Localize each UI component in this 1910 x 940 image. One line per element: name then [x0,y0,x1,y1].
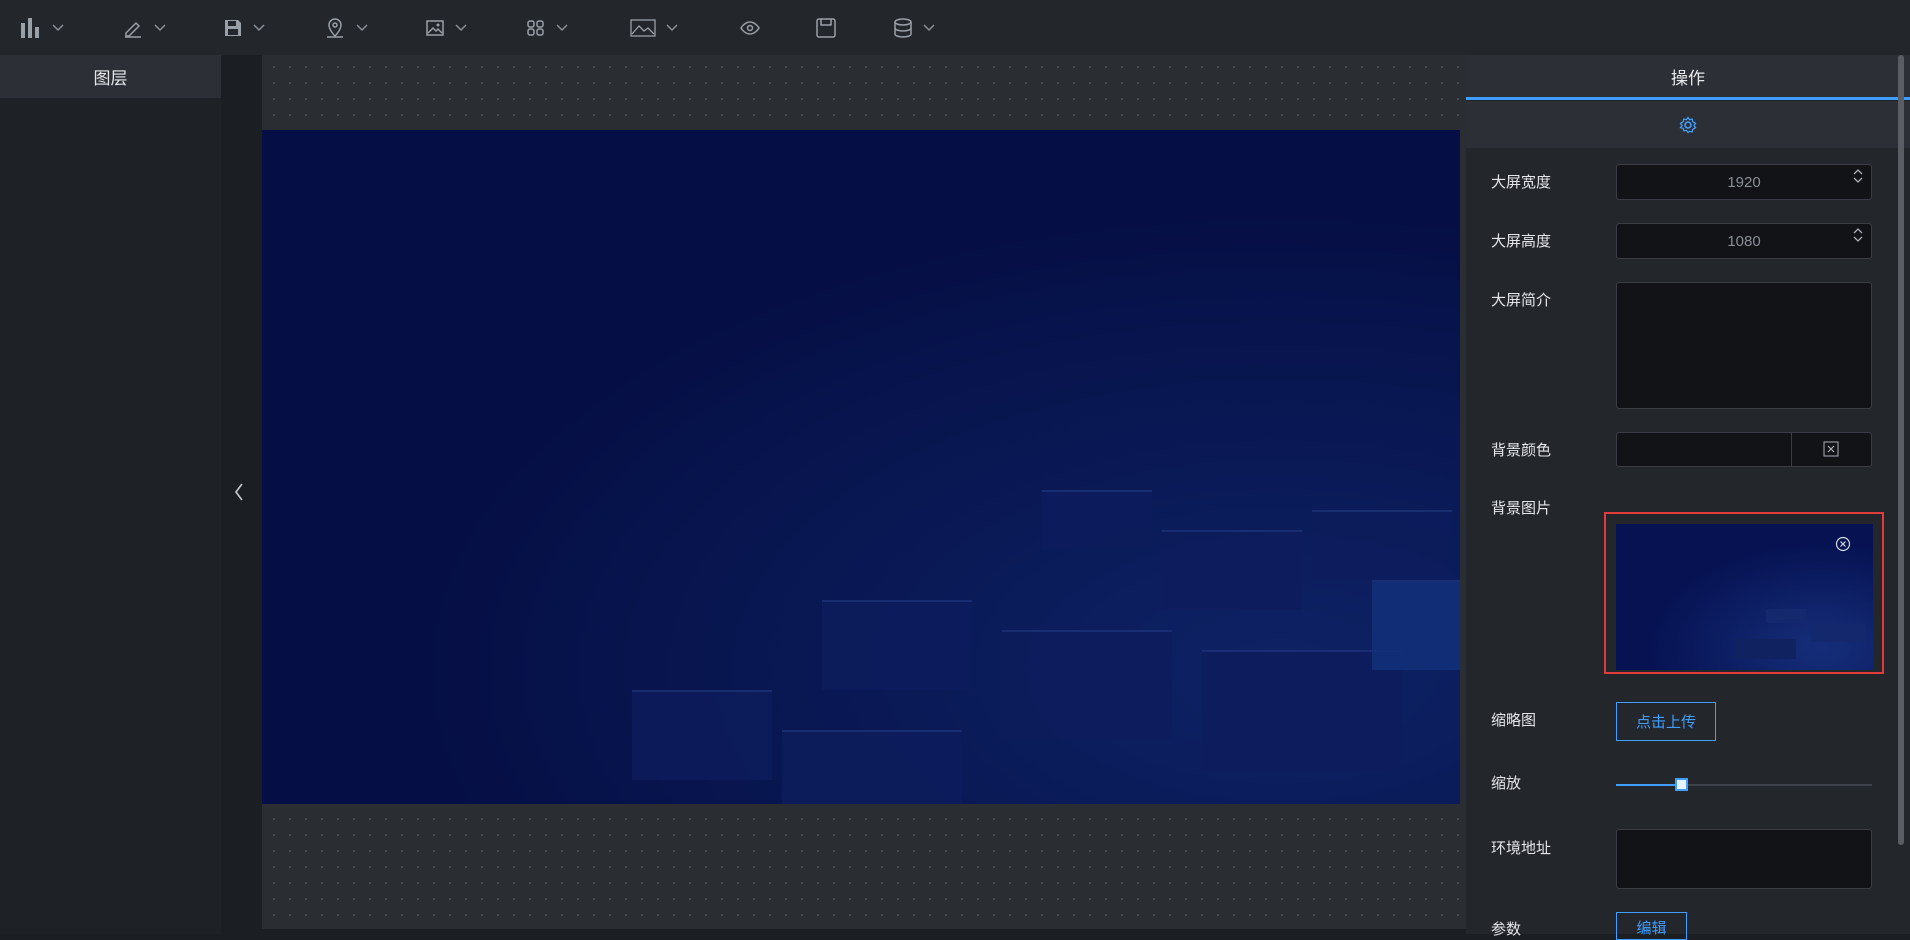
preview-building [1766,609,1806,623]
chevron-down-icon [455,24,467,32]
bg-building [632,690,772,780]
close-box-icon[interactable] [1823,441,1839,457]
bg-building [822,600,972,690]
intro-textarea[interactable] [1616,282,1872,409]
save-icon [225,20,241,36]
map-menu[interactable] [324,14,368,42]
bg-building [1042,490,1152,550]
chevron-down-icon [154,24,166,32]
bg-building [1372,580,1460,670]
chevron-down-icon [253,24,265,32]
storage-menu[interactable] [223,14,265,42]
width-input[interactable]: 1920 [1616,164,1872,200]
layer-panel: 图层 [0,55,221,934]
chevron-down-icon [1853,177,1863,183]
picker-divider [1791,433,1792,466]
chevron-down-icon [923,24,935,32]
width-value: 1920 [1727,173,1761,191]
thumbnail-label: 缩略图 [1491,712,1537,729]
preview-building [1811,624,1866,642]
env-label: 环境地址 [1491,840,1552,857]
pen-icon [125,21,141,38]
chevron-down-icon [666,24,678,32]
component-menu[interactable] [526,14,568,42]
preview-building [1736,639,1796,659]
chart-menu[interactable] [20,14,64,42]
scrollbar[interactable] [1898,55,1904,845]
height-input[interactable]: 1080 [1616,223,1872,259]
image-menu[interactable] [425,14,467,42]
chevron-left-icon [235,483,243,501]
params-edit-button[interactable]: 编辑 [1616,912,1687,940]
intro-label: 大屏简介 [1491,292,1552,309]
save-button[interactable] [815,14,837,42]
chevron-down-icon [556,24,568,32]
bgcolor-label: 背景颜色 [1491,442,1552,459]
layer-panel-title: 图层 [0,55,221,98]
gear-icon [1679,115,1697,133]
text-menu[interactable] [122,14,166,42]
data-menu[interactable] [893,14,935,42]
bg-building [1312,510,1452,580]
settings-tab[interactable] [1466,100,1910,148]
location-pin-icon [327,18,343,38]
preview-button[interactable] [739,14,761,42]
zoom-slider-handle[interactable] [1675,778,1688,791]
tab-operation[interactable]: 操作 [1466,55,1910,100]
chevron-down-icon [1853,236,1863,242]
screen-preview[interactable] [262,130,1460,804]
bar-chart-icon [21,18,39,38]
bgimage-label: 背景图片 [1491,500,1552,517]
chevron-up-icon [1853,228,1863,234]
bg-building [1002,630,1172,740]
height-label: 大屏高度 [1491,233,1552,250]
bg-building [1162,530,1302,610]
picture-icon [630,19,656,37]
eye-icon [740,21,760,35]
params-label: 参数 [1491,921,1522,938]
width-stepper[interactable] [1853,168,1863,184]
chevron-down-icon [356,24,368,32]
bg-building [782,730,962,804]
bgcolor-picker[interactable] [1616,432,1872,467]
zoom-label: 缩放 [1491,775,1522,792]
database-icon [894,18,912,38]
remove-image-icon[interactable] [1835,536,1851,552]
height-stepper[interactable] [1853,227,1863,243]
chevron-up-icon [1853,169,1863,175]
chevron-down-icon [52,24,64,32]
media-menu[interactable] [630,14,678,42]
height-value: 1080 [1727,232,1761,250]
grid-icon [527,20,544,36]
zoom-slider-fill [1616,784,1680,786]
upload-button[interactable]: 点击上传 [1616,702,1716,741]
collapse-panel-button[interactable] [227,479,251,505]
bgimage-preview[interactable] [1616,524,1873,670]
image-icon [426,20,444,36]
width-label: 大屏宽度 [1491,174,1552,191]
floppy-icon [816,18,836,38]
toolbar [0,0,1910,55]
env-input[interactable] [1616,829,1872,889]
